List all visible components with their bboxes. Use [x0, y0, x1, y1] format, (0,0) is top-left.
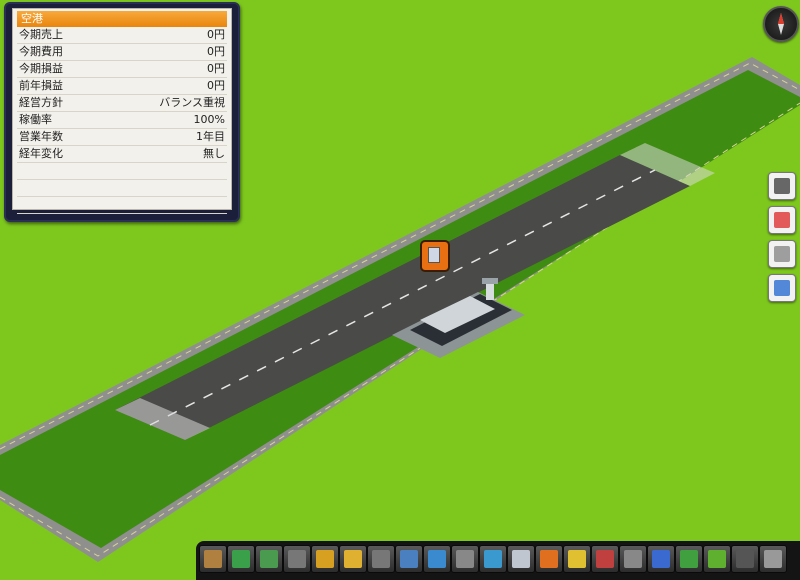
- airport-marker-icon[interactable]: [420, 240, 450, 272]
- office-building-icon[interactable]: [507, 545, 535, 573]
- empty-row: .: [17, 163, 227, 180]
- info-value: バランス重視: [159, 96, 225, 109]
- bus-icon[interactable]: [255, 545, 283, 573]
- empty-row: .: [17, 197, 227, 214]
- highway-icon[interactable]: [367, 545, 395, 573]
- terrain-icon[interactable]: [675, 545, 703, 573]
- calendar-list-icon[interactable]: [768, 206, 796, 234]
- truck-icon[interactable]: [311, 545, 339, 573]
- info-value: 0円: [207, 62, 225, 75]
- info-row: 経営方針 バランス重視: [17, 95, 227, 112]
- info-row: 稼働率 100%: [17, 112, 227, 129]
- info-row: 営業年数 1年目: [17, 129, 227, 146]
- info-row: 今期損益 0円: [17, 61, 227, 78]
- buildings-icon[interactable]: [451, 545, 479, 573]
- station-icon[interactable]: [423, 545, 451, 573]
- camera-icon[interactable]: [768, 172, 796, 200]
- road-icon[interactable]: [283, 545, 311, 573]
- info-value: 無し: [203, 147, 225, 160]
- save-icon[interactable]: [759, 545, 787, 573]
- panel-title: 空港: [17, 11, 227, 27]
- info-row: 前年損益 0円: [17, 78, 227, 95]
- info-label: 稼働率: [19, 113, 52, 126]
- info-label: 前年損益: [19, 79, 63, 92]
- document-icon[interactable]: [768, 240, 796, 268]
- compass-icon[interactable]: [763, 6, 799, 42]
- settings-icon[interactable]: [647, 545, 675, 573]
- graph-panel-icon[interactable]: [768, 274, 796, 302]
- bulldozer-icon[interactable]: [703, 545, 731, 573]
- info-label: 経年変化: [19, 147, 63, 160]
- info-value: 1年目: [196, 130, 225, 143]
- bottom-toolbar: [196, 541, 800, 580]
- rail-track-icon[interactable]: [199, 545, 227, 573]
- info-value: 100%: [193, 113, 225, 126]
- info-value: 0円: [207, 45, 225, 58]
- info-value: 0円: [207, 28, 225, 41]
- stock-chart-icon[interactable]: [591, 545, 619, 573]
- info-label: 今期売上: [19, 28, 63, 41]
- info-label: 今期損益: [19, 62, 63, 75]
- info-label: 今期費用: [19, 45, 63, 58]
- train-icon[interactable]: [227, 545, 255, 573]
- info-row: 経年変化 無し: [17, 146, 227, 163]
- exchange-icon[interactable]: [479, 545, 507, 573]
- finance-icon[interactable]: [563, 545, 591, 573]
- calendar-icon[interactable]: [619, 545, 647, 573]
- game-viewport[interactable]: 空港 今期売上 0円 今期費用 0円 今期損益 0円 前年損益 0円 経営方針 バランス重視 稼働率…: [0, 0, 800, 580]
- empty-row: .: [17, 180, 227, 197]
- info-value: 0円: [207, 79, 225, 92]
- bridge-icon[interactable]: [395, 545, 423, 573]
- airport-info-panel: 空港 今期売上 0円 今期費用 0円 今期損益 0円 前年損益 0円 経営方針 バランス重視 稼働率…: [4, 2, 240, 222]
- cargo-box-icon[interactable]: [535, 545, 563, 573]
- info-row: 今期費用 0円: [17, 44, 227, 61]
- info-label: 経営方針: [19, 96, 63, 109]
- vehicle-icon[interactable]: [339, 545, 367, 573]
- info-label: 営業年数: [19, 130, 63, 143]
- advisor-icon[interactable]: [731, 545, 759, 573]
- info-row: 今期売上 0円: [17, 27, 227, 44]
